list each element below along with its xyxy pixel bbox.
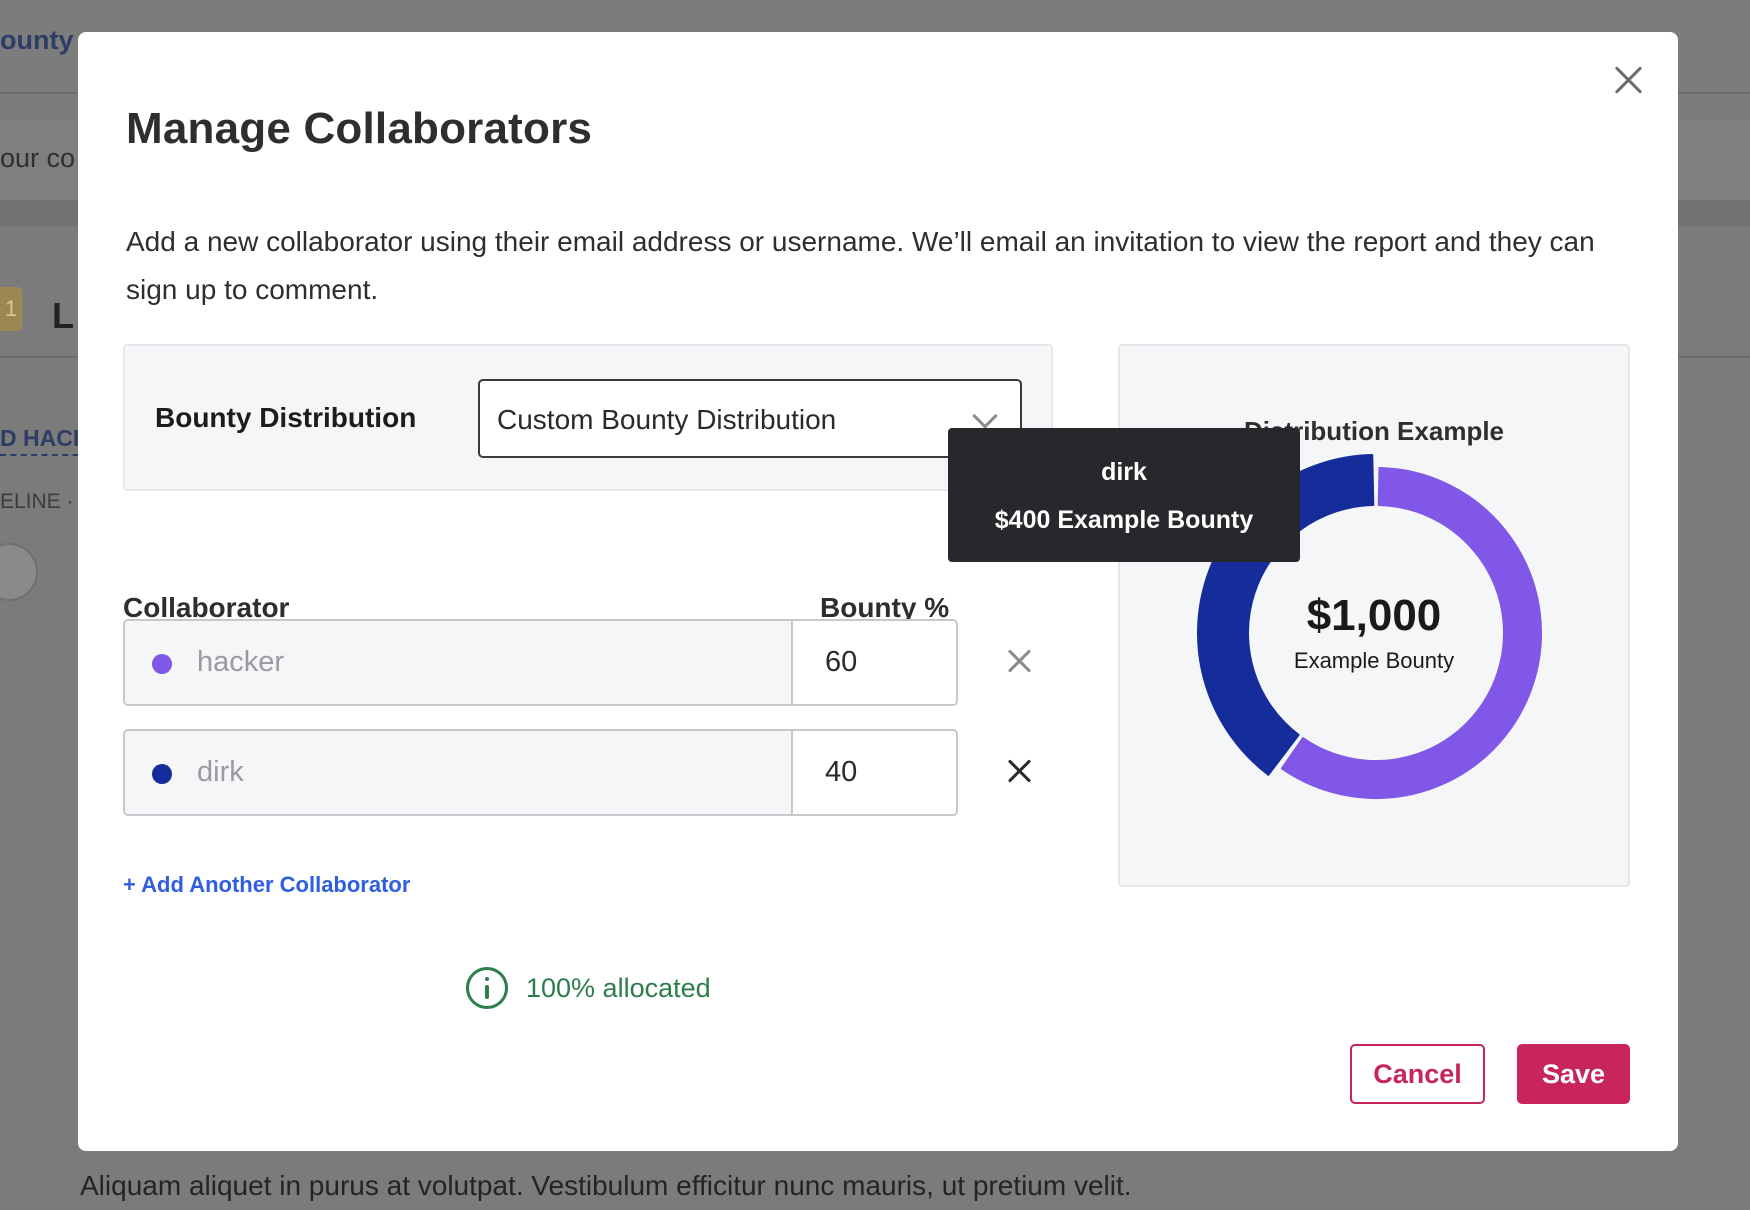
remove-collaborator-close-icon[interactable] [998, 750, 1042, 794]
collaborator-row-dirk: dirk 40 [123, 729, 958, 816]
modal-description: Add a new collaborator using their email… [126, 226, 1595, 305]
allocation-status-text: 100% allocated [526, 973, 711, 1003]
collaborator-name: hacker [197, 646, 285, 678]
bg-badge: 1 [0, 287, 22, 331]
remove-collaborator-close-icon[interactable] [998, 640, 1042, 684]
collaborator-name: dirk [197, 756, 244, 788]
chevron-down-icon [972, 403, 998, 429]
modal-title: Manage Collaborators [126, 104, 593, 153]
bg-hack-link: D HACK [0, 425, 90, 456]
bounty-percent-value: 60 [825, 646, 858, 678]
close-icon[interactable] [1606, 58, 1650, 102]
manage-collaborators-modal: Manage Collaborators Add a new collabora… [78, 32, 1678, 1151]
bounty-percent-input[interactable]: 40 [791, 731, 956, 814]
donut-center-label: Example Bounty [1293, 648, 1455, 673]
tooltip-amount: $400 Example Bounty [994, 506, 1254, 534]
bg-body-text: Aliquam aliquet in purus at volutpat. Ve… [80, 1170, 1132, 1201]
avatar [0, 543, 38, 601]
collaborator-row-hacker: hacker 60 [123, 619, 958, 706]
save-button[interactable]: Save [1517, 1044, 1630, 1104]
chart-tooltip: dirk $400 Example Bounty [948, 428, 1300, 562]
bounty-distribution-label: Bounty Distribution [155, 402, 417, 433]
bounty-distribution-panel: Bounty Distribution Custom Bounty Distri… [123, 344, 1053, 491]
bounty-distribution-value: Custom Bounty Distribution [497, 404, 837, 435]
bg-hack-prefix: D [0, 425, 17, 451]
bg-breadcrumb: ounty [0, 25, 74, 55]
distribution-example-panel: Distribution Example $1,000 Example Boun… [1118, 344, 1630, 887]
collaborator-name-field[interactable]: hacker [125, 621, 791, 704]
bounty-percent-input[interactable]: 60 [791, 621, 956, 704]
tooltip-name: dirk [1101, 458, 1147, 486]
bg-title: L [52, 295, 74, 336]
donut-center-value: $1,000 [1306, 591, 1442, 640]
bounty-distribution-select[interactable]: Custom Bounty Distribution [478, 379, 1022, 458]
info-icon [466, 967, 508, 1009]
add-another-collaborator-link[interactable]: + Add Another Collaborator [123, 872, 410, 898]
dirk-color-dot [152, 764, 172, 784]
bg-meta: ELINE · [0, 490, 74, 513]
bounty-percent-value: 40 [825, 756, 858, 788]
bg-compose-text: our co [0, 143, 76, 173]
collaborator-name-field[interactable]: dirk [125, 731, 791, 814]
hacker-color-dot [152, 654, 172, 674]
cancel-button[interactable]: Cancel [1350, 1044, 1485, 1104]
